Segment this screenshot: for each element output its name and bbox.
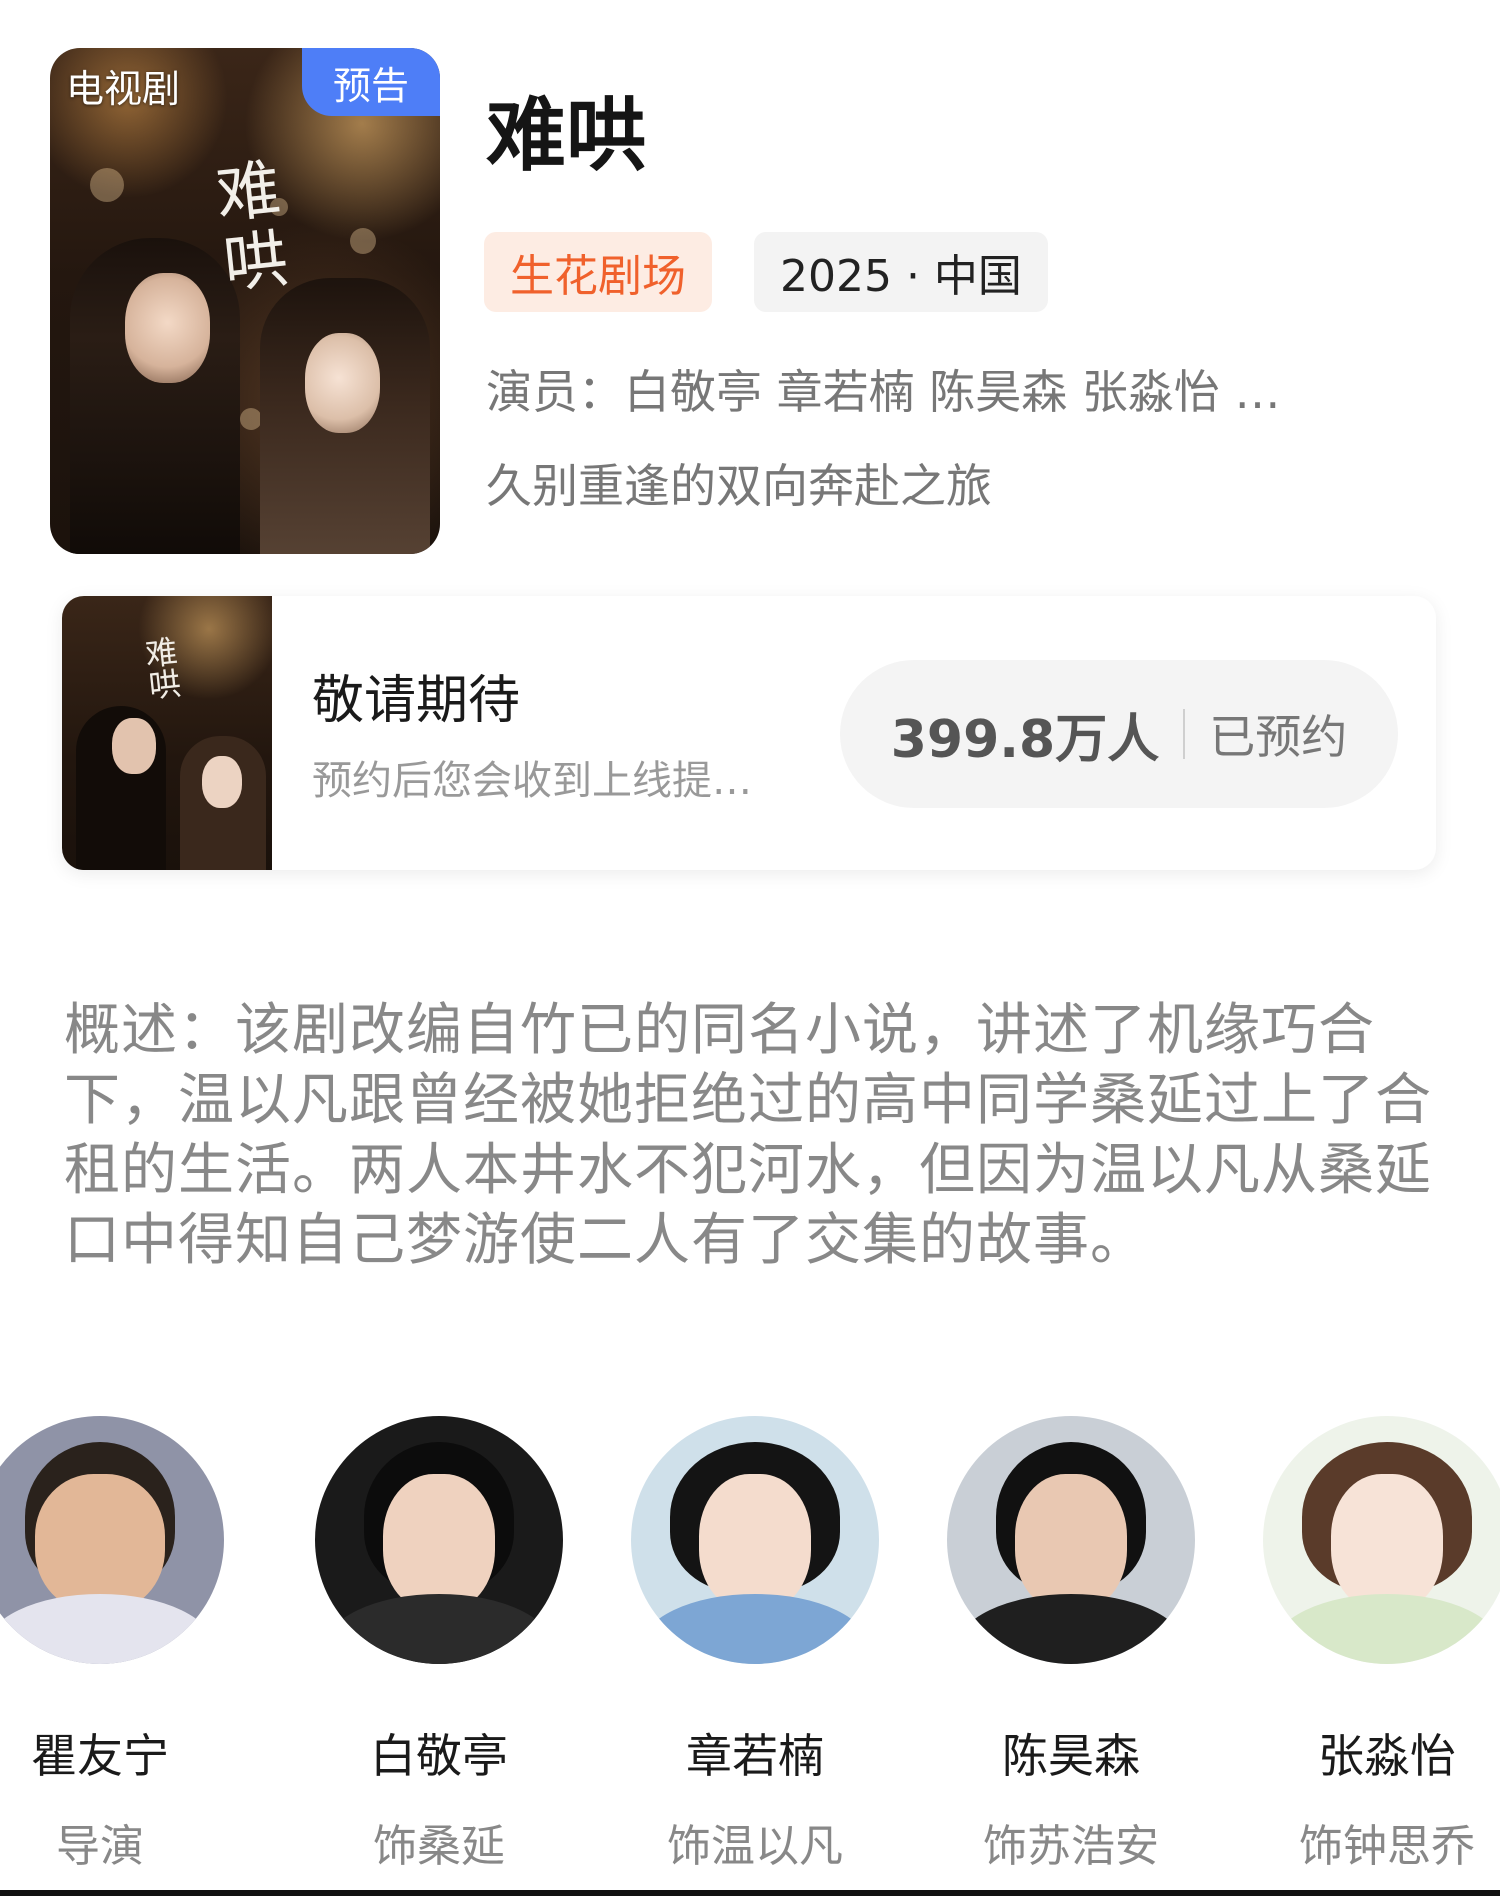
trailer-badge[interactable]: 预告 [302, 48, 440, 116]
reserve-button[interactable]: 399.8万人 已预约 [840, 660, 1398, 808]
reservation-title: 敬请期待 [312, 671, 521, 731]
cast-name: 张淼怡 [1318, 1729, 1456, 1783]
reservation-status-label: 已预约 [1209, 710, 1348, 764]
avatar [631, 1416, 879, 1664]
cast-item-actor[interactable]: 张淼怡 饰钟思乔 [1262, 1416, 1500, 1874]
cast-name: 白敬亭 [370, 1729, 508, 1783]
poster-face-male [125, 273, 210, 383]
cast-name: 章若楠 [686, 1729, 824, 1783]
cast-role: 饰桑延 [373, 1821, 505, 1872]
avatar [0, 1416, 224, 1664]
reservation-description: 预约后您会收到上线提… [312, 758, 752, 804]
cast-item-director[interactable]: 瞿友宁 导演 [0, 1416, 225, 1874]
avatar [947, 1416, 1195, 1664]
cast-list: 瞿友宁 导演 白敬亭 饰桑延 章若楠 饰温以凡 陈昊森 饰苏浩安 张淼怡 饰钟思… [0, 1416, 1500, 1872]
thumbnail-calligraphy: 难哄 [138, 634, 184, 702]
poster-face-female [305, 333, 380, 433]
cast-item-actor[interactable]: 章若楠 饰温以凡 [630, 1416, 880, 1874]
show-title: 难哄 [486, 89, 646, 182]
poster-calligraphy-title: 难哄 [201, 154, 291, 302]
cast-role: 饰苏浩安 [983, 1821, 1159, 1872]
cast-role: 饰钟思乔 [1299, 1821, 1475, 1872]
reservation-thumbnail: 难哄 [62, 596, 272, 870]
reservation-count: 399.8万人 [890, 709, 1160, 770]
reserve-divider [1183, 709, 1186, 759]
poster-image[interactable]: 难哄 电视剧 预告 [50, 48, 440, 554]
cast-name: 瞿友宁 [31, 1729, 169, 1783]
cast-name: 陈昊森 [1002, 1729, 1140, 1783]
cast-role: 导演 [56, 1821, 144, 1872]
cast-item-actor[interactable]: 陈昊森 饰苏浩安 [946, 1416, 1196, 1874]
theater-tag[interactable]: 生花剧场 [484, 232, 712, 312]
avatar [315, 1416, 563, 1664]
cast-item-actor[interactable]: 白敬亭 饰桑延 [314, 1416, 564, 1874]
year-region-tag: 2025 · 中国 [754, 232, 1048, 312]
poster-type-tag: 电视剧 [66, 67, 181, 111]
show-tagline: 久别重逢的双向奔赴之旅 [486, 459, 992, 513]
reservation-card[interactable]: 难哄 敬请期待 预约后您会收到上线提… 399.8万人 已预约 [62, 596, 1436, 870]
cast-summary[interactable]: 演员：白敬亭 章若楠 陈昊森 张淼怡 … [486, 356, 1281, 422]
avatar [1263, 1416, 1500, 1664]
bottom-edge-bar [0, 1890, 1500, 1896]
cast-role: 饰温以凡 [667, 1821, 843, 1872]
show-summary: 概述：该剧改编自竹已的同名小说，讲述了机缘巧合下，温以凡跟曾经被她拒绝过的高中同… [64, 998, 1432, 1273]
